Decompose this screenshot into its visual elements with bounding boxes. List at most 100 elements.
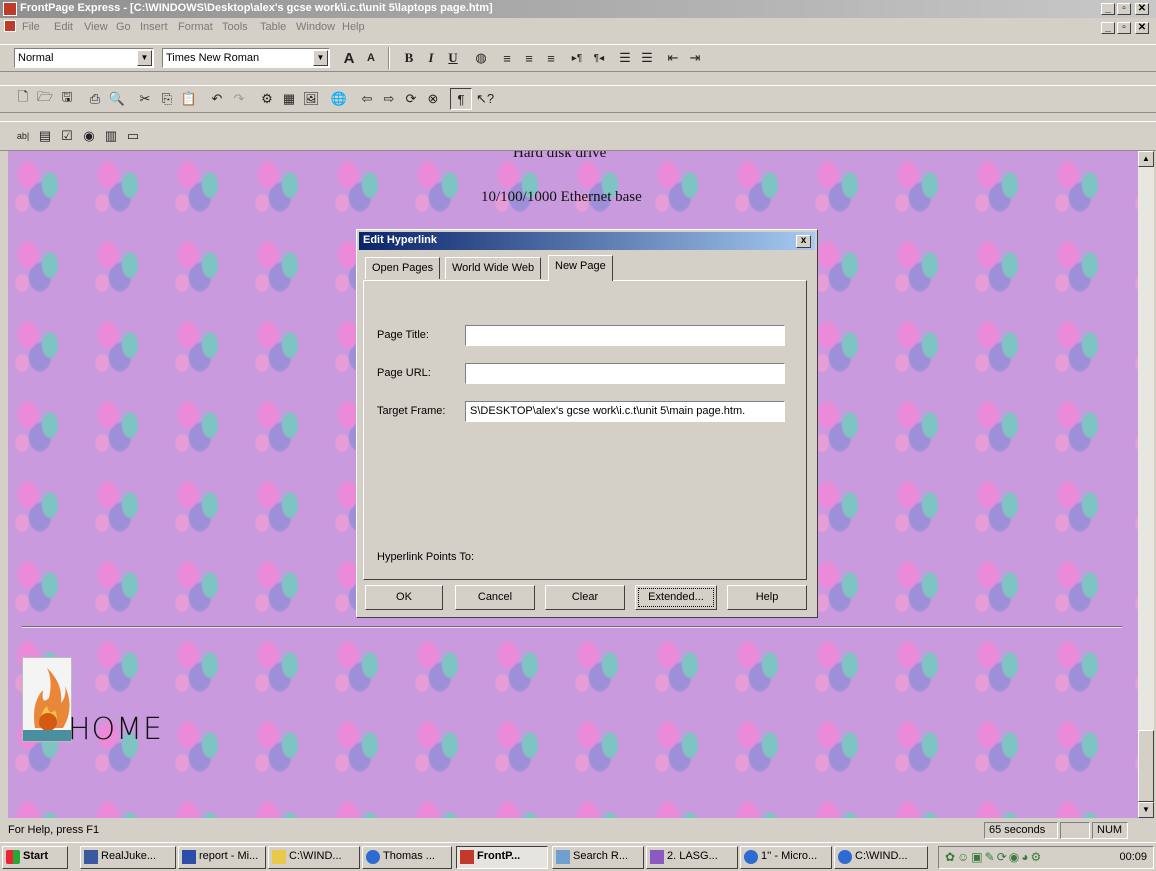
checkbox-icon[interactable]: ☑	[56, 125, 78, 147]
dialog-close-button[interactable]: x	[796, 235, 811, 248]
paste-icon[interactable]: 📋	[178, 88, 200, 110]
redo-icon[interactable]: ↷	[228, 88, 250, 110]
ltr-direction-icon[interactable]: ▸¶	[566, 47, 588, 69]
tray-icons[interactable]: ✿☺▣✎⟳◉◕⚙	[945, 850, 1043, 864]
chevron-down-icon[interactable]: ▼	[137, 50, 152, 66]
underline-icon[interactable]: U	[442, 47, 464, 69]
task-frontpage[interactable]: FrontP...	[456, 846, 548, 869]
textbox-icon[interactable]: ab|	[12, 125, 34, 147]
start-button[interactable]: Start	[2, 846, 68, 869]
task-realjukebox[interactable]: RealJuke...	[80, 846, 176, 869]
insert-table-icon[interactable]: ▦	[278, 88, 300, 110]
help-button[interactable]: Help	[727, 585, 807, 610]
task-explorer-2[interactable]: C:\WIND...	[834, 846, 928, 869]
rtl-direction-icon[interactable]: ¶◂	[588, 47, 610, 69]
push-button-icon[interactable]: ▭	[122, 125, 144, 147]
increase-indent-icon[interactable]: ⇥	[684, 47, 706, 69]
target-frame-field[interactable]: S\DESKTOP\alex's gcse work\i.c.t\unit 5\…	[465, 401, 785, 422]
align-right-icon[interactable]: ≡	[540, 47, 562, 69]
menu-help[interactable]: Help	[342, 21, 365, 33]
align-center-icon[interactable]: ≡	[518, 47, 540, 69]
back-arrow-icon[interactable]: ⇦	[356, 88, 378, 110]
text-color-icon[interactable]: ◍	[470, 47, 492, 69]
cut-icon[interactable]: ✂	[134, 88, 156, 110]
new-page-icon[interactable]: 🗋	[12, 88, 34, 110]
doc-restore-button[interactable]: ▫	[1117, 22, 1131, 34]
status-timer: 65 seconds	[984, 822, 1058, 839]
tab-world-wide-web[interactable]: World Wide Web	[445, 257, 542, 279]
bulleted-list-icon[interactable]: ☰	[636, 47, 658, 69]
frontpage-app-icon[interactable]	[3, 2, 17, 16]
menu-go[interactable]: Go	[116, 21, 131, 33]
minimize-button[interactable]: _	[1101, 3, 1115, 15]
chevron-down-icon[interactable]: ▼	[313, 50, 328, 66]
task-thomas[interactable]: Thomas ...	[362, 846, 452, 869]
document-icon[interactable]	[4, 20, 16, 32]
dropdown-menu-icon[interactable]: ▥	[100, 125, 122, 147]
copy-icon[interactable]: ⎘	[156, 88, 178, 110]
style-dropdown[interactable]: Normal ▼	[14, 48, 154, 68]
font-dropdown[interactable]: Times New Roman ▼	[162, 48, 330, 68]
bold-icon[interactable]: B	[398, 47, 420, 69]
task-lasg[interactable]: 2. LASG...	[646, 846, 738, 869]
doc-close-button[interactable]: ✕	[1135, 22, 1149, 34]
menu-tools[interactable]: Tools	[222, 21, 248, 33]
hyperlink-icon[interactable]: 🌐	[328, 88, 350, 110]
context-help-icon[interactable]: ↖?	[474, 88, 496, 110]
print-icon[interactable]: ⎙	[84, 88, 106, 110]
scrolling-textbox-icon[interactable]: ▤	[34, 125, 56, 147]
task-report[interactable]: report - Mi...	[178, 846, 266, 869]
cancel-button[interactable]: Cancel	[455, 585, 535, 610]
menu-format[interactable]: Format	[178, 21, 213, 33]
save-icon[interactable]: 🖫	[56, 88, 78, 110]
increase-font-icon[interactable]: A	[338, 47, 360, 69]
font-value: Times New Roman	[166, 52, 260, 64]
task-micro[interactable]: 1'' - Micro...	[740, 846, 832, 869]
decrease-font-icon[interactable]: A	[360, 47, 382, 69]
clear-button[interactable]: Clear	[545, 585, 625, 610]
decrease-indent-icon[interactable]: ⇤	[662, 47, 684, 69]
doc-minimize-button[interactable]: _	[1101, 22, 1115, 34]
insert-webbot-icon[interactable]: ⚙	[256, 88, 278, 110]
menu-view[interactable]: View	[84, 21, 108, 33]
refresh-icon[interactable]: ⟳	[400, 88, 422, 110]
numbered-list-icon[interactable]: ☰	[614, 47, 636, 69]
edit-hyperlink-dialog: Edit Hyperlink x Open Pages World Wide W…	[356, 229, 818, 618]
close-button[interactable]: ✕	[1135, 3, 1149, 15]
menu-table[interactable]: Table	[260, 21, 286, 33]
menu-insert[interactable]: Insert	[140, 21, 168, 33]
tab-new-page[interactable]: New Page	[548, 255, 613, 281]
extended-button[interactable]: Extended...	[635, 585, 717, 610]
menu-file[interactable]: File	[22, 21, 40, 33]
menu-edit[interactable]: Edit	[54, 21, 73, 33]
dialog-title-bar[interactable]: Edit Hyperlink x	[359, 232, 815, 250]
open-folder-icon[interactable]: 🗁	[34, 88, 56, 110]
tab-open-pages[interactable]: Open Pages	[365, 257, 441, 279]
task-search[interactable]: Search R...	[552, 846, 644, 869]
maximize-button[interactable]: ▫	[1117, 3, 1131, 15]
print-preview-icon[interactable]: 🔍	[106, 88, 128, 110]
radio-button-icon[interactable]: ◉	[78, 125, 100, 147]
ok-button[interactable]: OK	[365, 585, 443, 610]
align-left-icon[interactable]: ≡	[496, 47, 518, 69]
scroll-down-icon[interactable]: ▼	[1138, 802, 1154, 818]
stop-icon[interactable]: ⊗	[422, 88, 444, 110]
scroll-thumb[interactable]	[1138, 730, 1154, 802]
forward-arrow-icon[interactable]: ⇨	[378, 88, 400, 110]
vertical-scrollbar[interactable]: ▲ ▼	[1138, 151, 1154, 818]
internet-explorer-icon	[838, 850, 852, 864]
menu-window[interactable]: Window	[296, 21, 335, 33]
insert-image-icon[interactable]: 🖼	[300, 88, 322, 110]
home-link-label[interactable]: HOME	[68, 712, 163, 747]
undo-icon[interactable]: ↶	[206, 88, 228, 110]
window-title-bar[interactable]: FrontPage Express - [C:\WINDOWS\Desktop\…	[0, 0, 1156, 18]
task-explorer-1[interactable]: C:\WIND...	[268, 846, 360, 869]
show-paragraph-icon[interactable]: ¶	[450, 88, 472, 110]
page-title-field[interactable]	[465, 325, 785, 346]
home-image[interactable]	[22, 657, 72, 742]
windows-logo-icon	[6, 850, 20, 864]
style-value: Normal	[18, 52, 54, 64]
page-url-field[interactable]	[465, 363, 785, 384]
italic-icon[interactable]: I	[420, 47, 442, 69]
scroll-up-icon[interactable]: ▲	[1138, 151, 1154, 167]
